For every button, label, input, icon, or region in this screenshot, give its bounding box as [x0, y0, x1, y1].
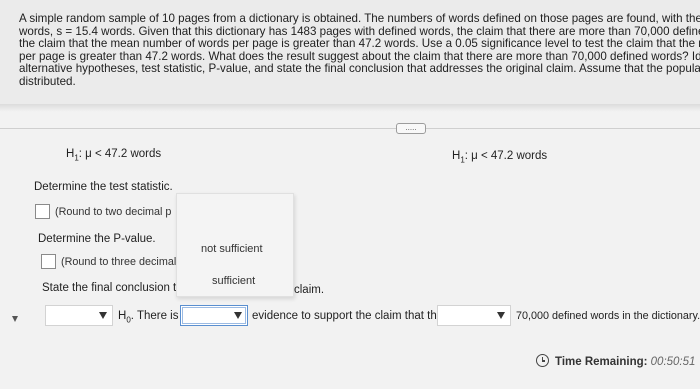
- time-remaining-label: Time Remaining:: [555, 356, 648, 368]
- divider-line: [0, 128, 700, 129]
- scroll-marker-icon: [12, 316, 18, 322]
- p-value-prompt: Determine the P-value.: [38, 233, 156, 245]
- option-sufficient[interactable]: sufficient: [212, 275, 255, 287]
- p-value-hint: (Round to three decimal: [61, 256, 177, 268]
- chevron-down-icon: [234, 312, 242, 319]
- expand-button[interactable]: .....: [396, 123, 426, 134]
- test-statistic-input[interactable]: [35, 204, 50, 219]
- dropdown-menu: not sufficient sufficient: [176, 193, 294, 297]
- time-remaining: Time Remaining: 00:50:51: [536, 354, 695, 368]
- option-not-sufficient[interactable]: not sufficient: [201, 243, 263, 255]
- hypothesis-body: : μ < 47.2 words: [464, 150, 548, 162]
- problem-line: A simple random sample of 10 pages from …: [19, 12, 700, 25]
- h0-text: . There is: [130, 310, 179, 322]
- divider-shadow: [0, 104, 700, 112]
- alt-hypothesis-right: H1: μ < 47.2 words: [452, 150, 547, 164]
- problem-line: distributed.: [19, 74, 76, 88]
- alt-hypothesis-left: H1: μ < 47.2 words: [66, 148, 161, 162]
- conclusion-prompt: State the final conclusion tha: [42, 282, 190, 294]
- conclusion-end-text: 70,000 defined words in the dictionary.: [516, 310, 700, 322]
- problem-line: the claim that the mean number of words …: [19, 37, 700, 51]
- clock-icon: [536, 354, 549, 367]
- problem-line: alternative hypotheses, test statistic, …: [19, 62, 700, 76]
- evidence-dropdown[interactable]: [180, 305, 248, 326]
- chevron-down-icon: [497, 312, 505, 319]
- h0-statement: H0. There is: [118, 310, 179, 324]
- problem-statement: A simple random sample of 10 pages from …: [0, 0, 700, 106]
- comparison-dropdown[interactable]: [437, 305, 511, 326]
- chevron-down-icon: [99, 312, 107, 319]
- p-value-input[interactable]: [41, 254, 56, 269]
- reject-decision-dropdown[interactable]: [45, 305, 113, 326]
- hypothesis-body: : μ < 47.2 words: [78, 148, 162, 160]
- claim-word: claim.: [294, 284, 325, 296]
- test-statistic-prompt: Determine the test statistic.: [34, 181, 173, 193]
- evidence-text: evidence to support the claim that there: [252, 310, 454, 322]
- time-remaining-value: 00:50:51: [650, 356, 696, 368]
- test-statistic-hint: (Round to two decimal p: [55, 206, 172, 218]
